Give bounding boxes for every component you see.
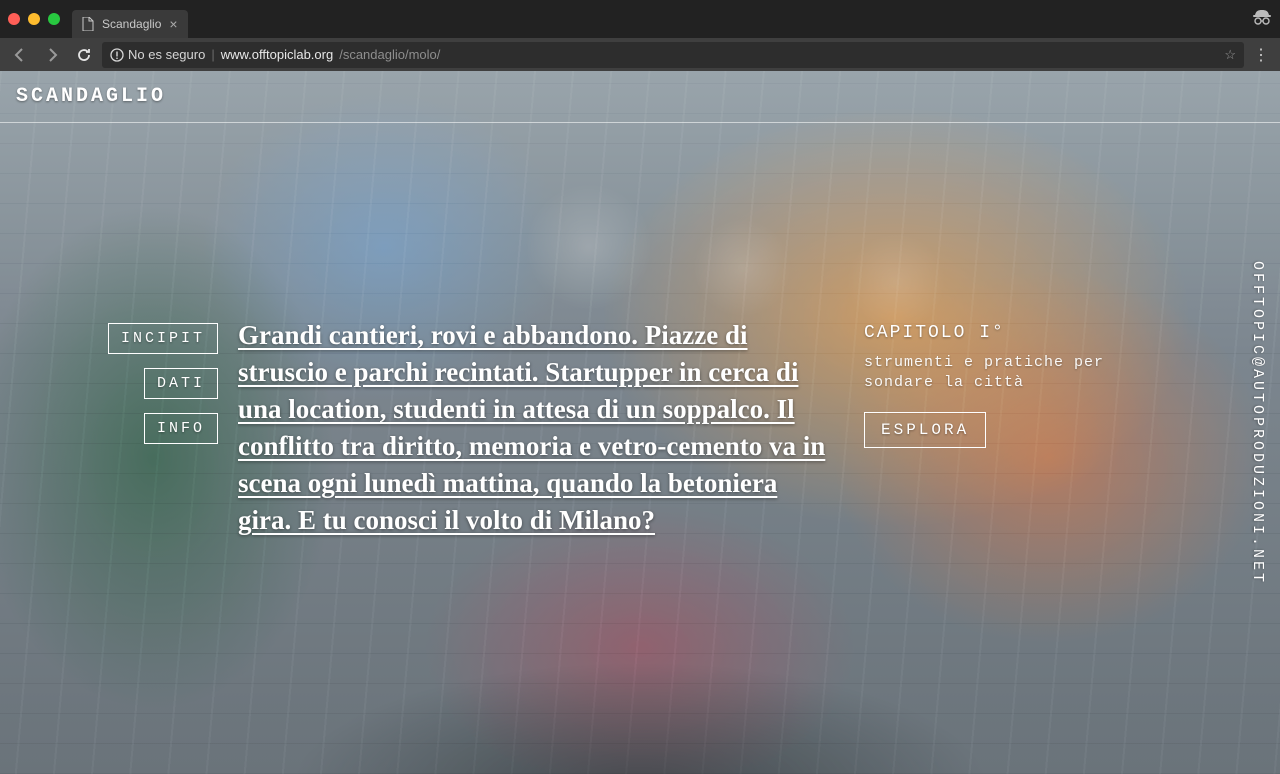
- bookmark-star-icon[interactable]: ☆: [1224, 47, 1236, 63]
- nav-dati-link[interactable]: DATI: [144, 368, 218, 399]
- contact-email-vertical[interactable]: OFFTOPIC@AUTOPRODUZIONI.NET: [1249, 260, 1266, 584]
- window-minimize-button[interactable]: [28, 13, 40, 25]
- site-title[interactable]: SCANDAGLIO: [16, 85, 166, 108]
- tab-title: Scandaglio: [102, 17, 161, 31]
- window-titlebar: Scandaglio ×: [0, 0, 1280, 38]
- nav-info-link[interactable]: INFO: [144, 413, 218, 444]
- document-icon: [82, 17, 94, 31]
- chapter-label: CAPITOLO I°: [864, 323, 1164, 343]
- tab-close-button[interactable]: ×: [169, 16, 177, 32]
- insecure-site-indicator: No es seguro: [110, 47, 205, 62]
- site-header: SCANDAGLIO: [0, 71, 1280, 123]
- nav-reload-button[interactable]: [70, 41, 98, 69]
- window-maximize-button[interactable]: [48, 13, 60, 25]
- side-nav: INCIPIT DATI INFO: [108, 323, 218, 444]
- window-traffic-lights: [8, 13, 60, 25]
- page-viewport: SCANDAGLIO INCIPIT DATI INFO Grandi cant…: [0, 71, 1280, 774]
- insecure-label: No es seguro: [128, 47, 205, 62]
- incognito-icon: [1252, 9, 1272, 30]
- browser-toolbar: No es seguro | www.offtopiclab.org/scand…: [0, 38, 1280, 71]
- hero-copy: Grandi cantieri, rovi e abbandono. Piazz…: [238, 317, 834, 539]
- chapter-aside: CAPITOLO I° strumenti e pratiche per son…: [864, 323, 1164, 448]
- browser-tab[interactable]: Scandaglio ×: [72, 10, 188, 38]
- url-host: www.offtopiclab.org: [221, 47, 334, 62]
- url-path: /scandaglio/molo/: [339, 47, 440, 62]
- window-close-button[interactable]: [8, 13, 20, 25]
- nav-incipit-link[interactable]: INCIPIT: [108, 323, 218, 354]
- address-bar[interactable]: No es seguro | www.offtopiclab.org/scand…: [102, 42, 1244, 68]
- chapter-subtitle: strumenti e pratiche per sondare la citt…: [864, 353, 1164, 394]
- esplora-button[interactable]: ESPLORA: [864, 412, 986, 448]
- hero-paragraph[interactable]: Grandi cantieri, rovi e abbandono. Piazz…: [238, 317, 834, 539]
- nav-back-button[interactable]: [6, 41, 34, 69]
- browser-menu-button[interactable]: ⋮: [1248, 45, 1274, 65]
- url-separator: |: [211, 47, 214, 62]
- nav-forward-button[interactable]: [38, 41, 66, 69]
